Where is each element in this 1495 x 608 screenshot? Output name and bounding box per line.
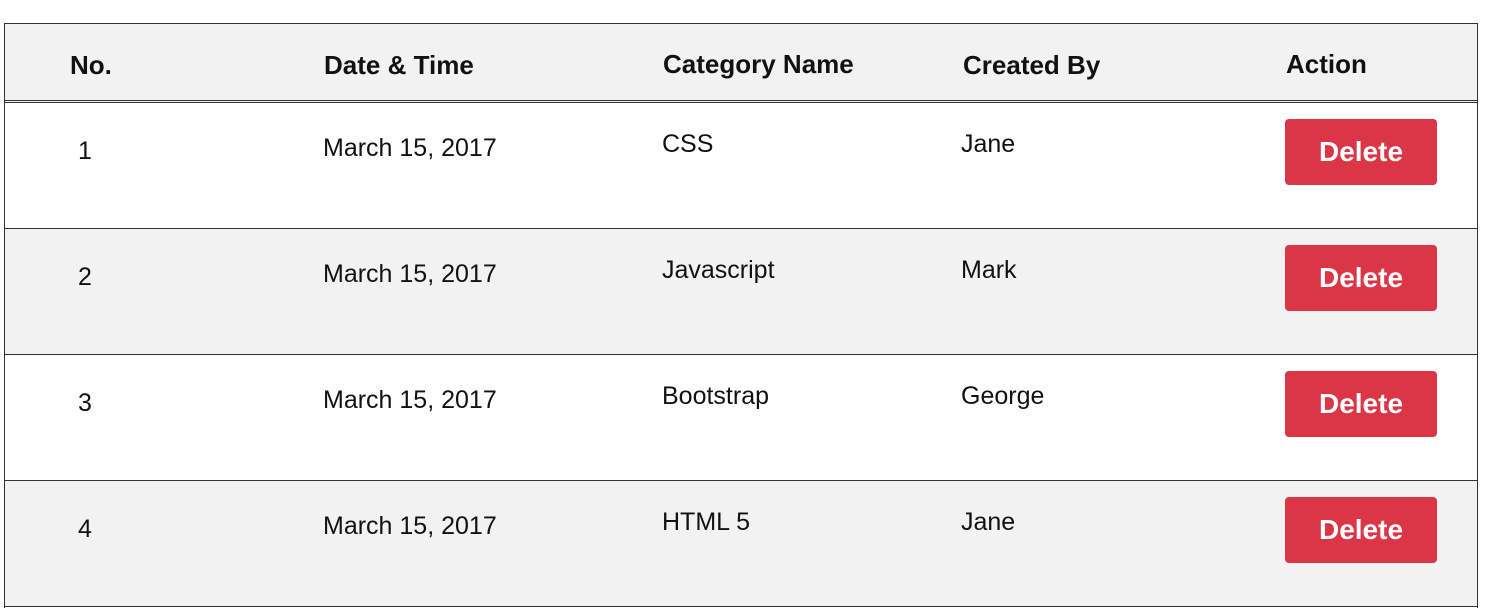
row-date-time: March 15, 2017 xyxy=(323,260,497,288)
row-category-name: Javascript xyxy=(662,256,775,284)
delete-button[interactable]: Delete xyxy=(1285,497,1437,563)
row-number: 4 xyxy=(78,515,92,543)
row-created-by: Jane xyxy=(961,130,1016,158)
row-created-by: Mark xyxy=(961,256,1017,284)
row-category-name: CSS xyxy=(662,130,714,158)
row-created-by: Jane xyxy=(961,508,1016,536)
row-number: 1 xyxy=(78,137,92,165)
delete-button[interactable]: Delete xyxy=(1285,245,1437,311)
row-number: 2 xyxy=(78,263,92,291)
header-category-name: Category Name xyxy=(663,49,854,79)
table-row: 3 March 15, 2017 Bootstrap George Delete xyxy=(5,355,1477,481)
table-row: 2 March 15, 2017 Javascript Mark Delete xyxy=(5,229,1477,355)
delete-button[interactable]: Delete xyxy=(1285,371,1437,437)
row-date-time: March 15, 2017 xyxy=(323,386,497,414)
row-date-time: March 15, 2017 xyxy=(323,134,497,162)
header-created-by: Created By xyxy=(963,50,1101,80)
row-category-name: HTML 5 xyxy=(662,508,750,536)
header-date-time: Date & Time xyxy=(324,50,474,80)
row-number: 3 xyxy=(78,389,92,417)
header-no: No. xyxy=(70,50,112,80)
delete-button[interactable]: Delete xyxy=(1285,119,1437,185)
row-created-by: George xyxy=(961,382,1045,410)
categories-table: No. Date & Time Category Name Created By… xyxy=(4,23,1478,608)
table-header-row: No. Date & Time Category Name Created By… xyxy=(5,24,1477,103)
row-date-time: March 15, 2017 xyxy=(323,512,497,540)
header-action: Action xyxy=(1286,49,1367,79)
table-row: 4 March 15, 2017 HTML 5 Jane Delete xyxy=(5,481,1477,607)
row-category-name: Bootstrap xyxy=(662,382,770,410)
table-row: 1 March 15, 2017 CSS Jane Delete xyxy=(5,103,1477,229)
